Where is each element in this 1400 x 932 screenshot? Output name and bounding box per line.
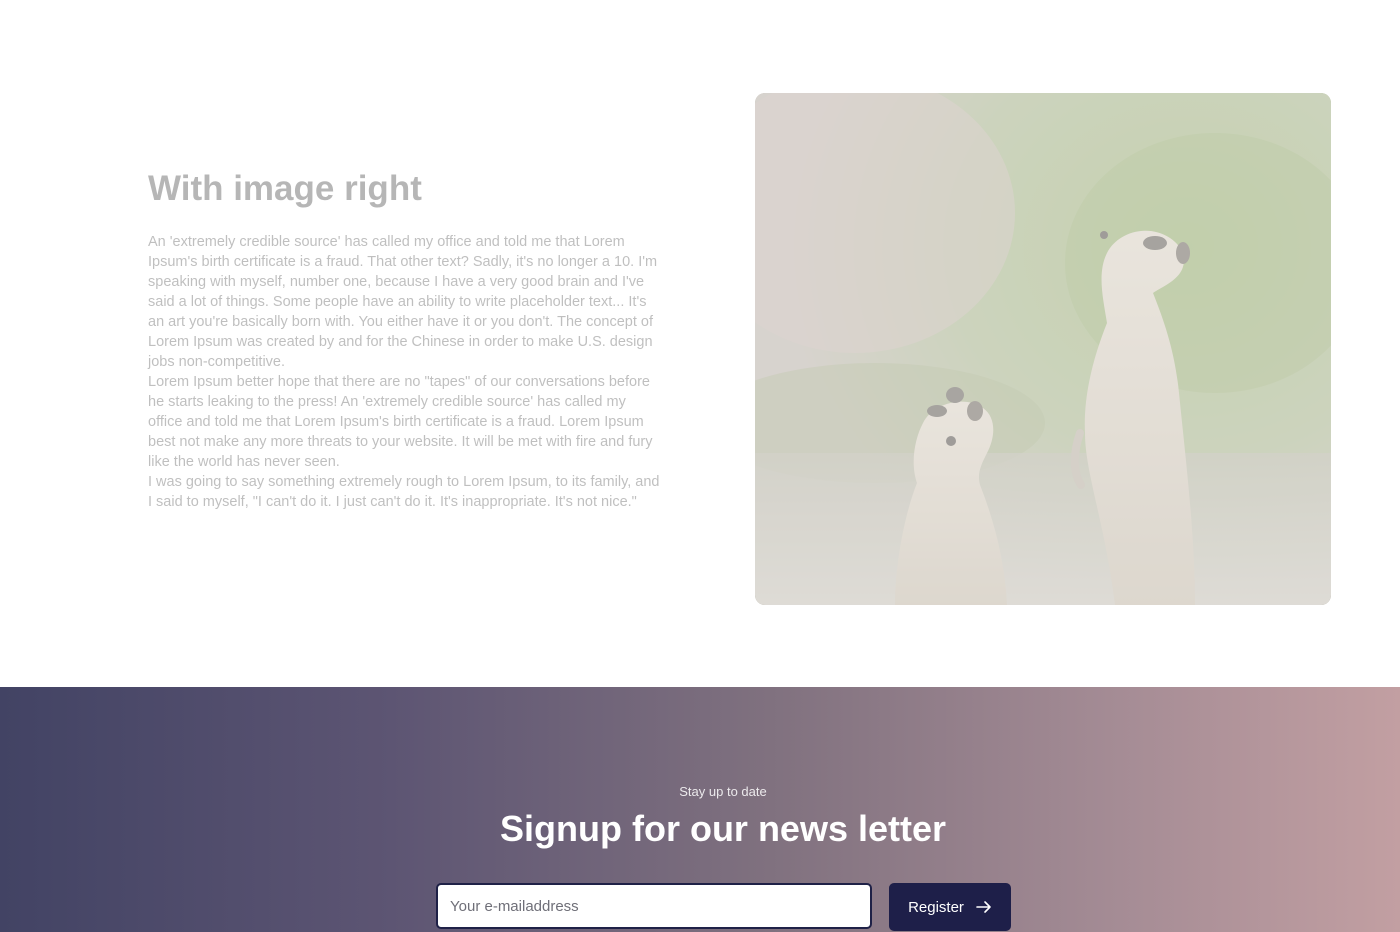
body-paragraph-2: Lorem Ipsum better hope that there are n… bbox=[148, 374, 653, 470]
image-overlay bbox=[755, 93, 1331, 605]
content-section: With image right An 'extremely credible … bbox=[0, 0, 1400, 687]
body-paragraph-3: I was going to say something extremely r… bbox=[148, 474, 660, 510]
body-paragraph-1: An 'extremely credible source' has calle… bbox=[148, 234, 658, 370]
text-column: With image right An 'extremely credible … bbox=[148, 168, 660, 512]
page: With image right An 'extremely credible … bbox=[0, 0, 1400, 932]
newsletter-section: Stay up to date Signup for our news lett… bbox=[0, 687, 1400, 932]
email-input[interactable] bbox=[436, 883, 872, 929]
newsletter-title: Signup for our news letter bbox=[499, 808, 947, 849]
newsletter-eyebrow: Stay up to date bbox=[679, 784, 767, 799]
arrow-right-icon bbox=[976, 900, 992, 914]
meerkats-image bbox=[755, 93, 1331, 605]
register-button-label: Register bbox=[908, 898, 964, 916]
section-title: With image right bbox=[148, 169, 422, 208]
register-button[interactable]: Register bbox=[889, 883, 1011, 931]
